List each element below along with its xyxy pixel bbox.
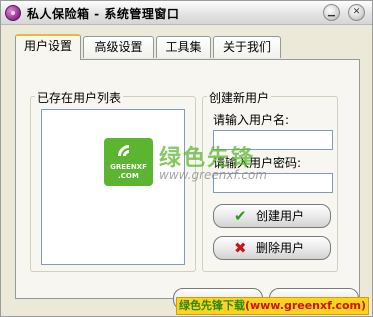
minimize-icon[interactable]: ▁ [323, 4, 340, 21]
create-user-legend: 创建新用户 [207, 89, 272, 106]
watermark-url: www.greenxf.com [159, 168, 267, 182]
app-window: 私人保险箱 - 系统管理窗口 ▁ ✕ 用户设置 高级设置 工具集 关于我们 已存… [0, 0, 373, 317]
username-label: 请输入用户名: [213, 113, 290, 127]
watermark-logo: GREENXF .COM [104, 138, 153, 186]
banner-site-name: 绿色先锋下载 [178, 299, 245, 312]
watermark-logo-domain: .COM [118, 172, 139, 180]
download-banner: 绿色先锋下载(www.greenxf.com) [176, 297, 369, 315]
title-bar[interactable]: 私人保险箱 - 系统管理窗口 ▁ ✕ [1, 1, 372, 25]
app-icon [5, 5, 21, 21]
tab-about-us[interactable]: 关于我们 [213, 36, 281, 58]
create-user-button-label: 创建用户 [256, 209, 305, 223]
close-icon[interactable]: ✕ [348, 4, 365, 21]
delete-x-icon: ✖ [234, 239, 247, 257]
delete-user-button[interactable]: ✖ 删除用户 [213, 236, 331, 260]
check-icon: ✔ [234, 207, 247, 225]
tab-user-settings[interactable]: 用户设置 [15, 34, 81, 60]
tab-toolset[interactable]: 工具集 [156, 36, 211, 58]
window-title: 私人保险箱 - 系统管理窗口 [27, 7, 180, 21]
delete-user-button-label: 删除用户 [256, 241, 305, 255]
existing-users-legend: 已存在用户列表 [35, 89, 124, 106]
banner-site-url: (www.greenxf.com) [244, 299, 367, 312]
tab-advanced-settings[interactable]: 高级设置 [83, 36, 154, 58]
create-user-group: 创建新用户 请输入用户名: 请输入用户密码: ✔ 创建用户 ✖ 删除用户 [202, 89, 338, 272]
create-user-button[interactable]: ✔ 创建用户 [213, 204, 331, 228]
watermark-logo-name: GREENXF [110, 163, 147, 171]
user-listbox[interactable] [41, 109, 185, 265]
